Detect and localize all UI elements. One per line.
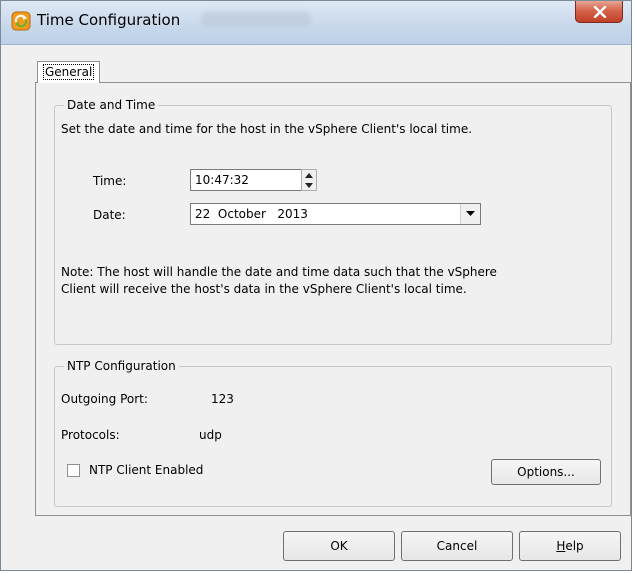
outgoing-port-label: Outgoing Port: (61, 392, 148, 406)
help-mnemonic: H (556, 539, 566, 553)
time-label: Time: (93, 174, 127, 188)
time-input[interactable]: 10:47:32 (190, 169, 303, 191)
close-button[interactable] (575, 1, 623, 23)
date-time-description: Set the date and time for the host in th… (61, 122, 473, 136)
note-line-1: Note: The host will handle the date and … (61, 265, 497, 279)
help-label-rest: elp (565, 539, 584, 553)
time-spinner[interactable] (301, 169, 317, 191)
options-button[interactable]: Options... (491, 459, 601, 485)
date-time-group: Date and Time Set the date and time for … (54, 97, 612, 345)
ntp-client-enabled-checkbox[interactable] (67, 464, 80, 477)
protocols-label: Protocols: (61, 428, 120, 442)
title-bar[interactable]: Time Configuration (1, 1, 631, 45)
window-title: Time Configuration (37, 11, 181, 29)
vsphere-sync-icon (11, 11, 31, 31)
spin-down-button[interactable] (302, 180, 316, 190)
ntp-client-enabled-label[interactable]: NTP Client Enabled (89, 462, 203, 478)
date-time-group-title: Date and Time (64, 97, 159, 113)
date-label: Date: (93, 208, 126, 222)
outgoing-port-value: 123 (211, 392, 234, 406)
ok-button[interactable]: OK (283, 531, 395, 561)
date-dropdown-button[interactable] (460, 204, 480, 224)
cancel-button[interactable]: Cancel (401, 531, 513, 561)
protocols-value: udp (199, 428, 222, 442)
help-button[interactable]: Help (519, 531, 621, 561)
dialog-client-area: General Date and Time Set the date and t… (1, 45, 631, 570)
general-tab-panel: Date and Time Set the date and time for … (35, 82, 631, 516)
date-dropdown[interactable]: 22 October 2013 (190, 203, 481, 225)
date-value: 22 October 2013 (195, 207, 308, 221)
ntp-configuration-group: NTP Configuration Outgoing Port: 123 Pro… (54, 358, 612, 507)
title-redacted-region (201, 11, 311, 27)
time-value: 10:47:32 (195, 173, 249, 187)
tab-general-label: General (42, 64, 95, 80)
note-line-2: Client will receive the host's data in t… (61, 282, 467, 296)
time-configuration-dialog: Time Configuration General Date and Time… (0, 0, 632, 571)
tab-general[interactable]: General (37, 61, 101, 83)
spin-up-button[interactable] (302, 170, 316, 180)
ntp-group-title: NTP Configuration (64, 358, 179, 374)
